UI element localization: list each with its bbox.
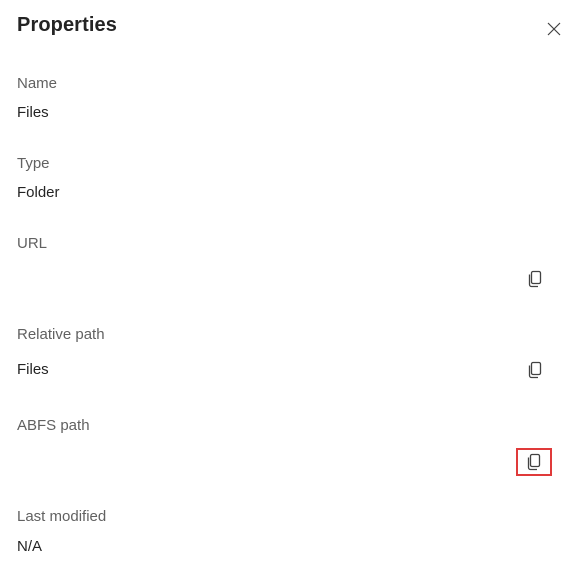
copy-icon xyxy=(528,270,542,288)
properties-panel: Properties Name Files Type Folder URL Re… xyxy=(0,0,582,575)
close-button[interactable] xyxy=(543,18,565,40)
copy-abfs-path-button[interactable] xyxy=(516,448,552,476)
copy-icon xyxy=(528,361,542,379)
type-value: Folder xyxy=(17,184,60,201)
abfs-path-label: ABFS path xyxy=(17,417,90,434)
name-label: Name xyxy=(17,75,58,92)
relative-path-label: Relative path xyxy=(17,326,105,343)
copy-icon xyxy=(527,453,541,471)
last-modified-value: N/A xyxy=(17,538,43,555)
name-value: Files xyxy=(17,104,49,121)
copy-relative-path-button[interactable] xyxy=(523,358,547,382)
relative-path-value: Files xyxy=(17,361,49,378)
url-label: URL xyxy=(17,235,48,252)
panel-title: Properties xyxy=(17,14,117,36)
copy-url-button[interactable] xyxy=(523,267,547,291)
last-modified-label: Last modified xyxy=(17,508,107,525)
close-icon xyxy=(547,22,561,36)
type-label: Type xyxy=(17,155,50,172)
